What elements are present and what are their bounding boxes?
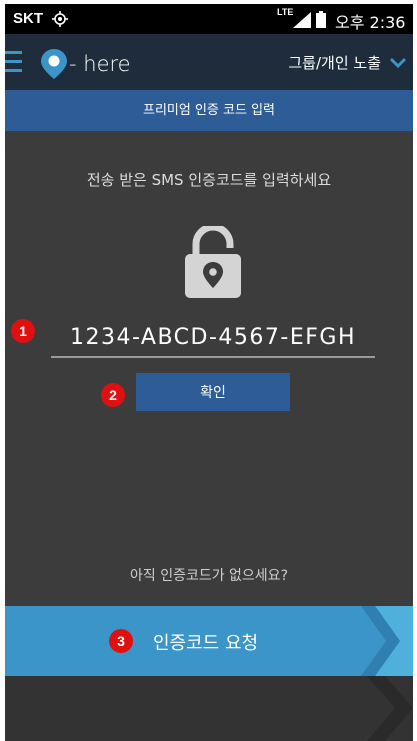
app-bar: - here 그룹/개인 노출 (5, 34, 413, 90)
logo-text: - here (69, 52, 131, 76)
app-logo[interactable]: - here (41, 49, 131, 79)
annotation-badge-2: 2 (101, 383, 125, 407)
chevron-down-icon (389, 57, 407, 68)
no-code-text: 아직 인증코드가 없으세요? (129, 568, 288, 584)
request-code-button[interactable]: 3 인증코드 요청 (5, 606, 413, 676)
annotation-badge-3: 3 (109, 629, 133, 653)
lock-icon (185, 226, 241, 298)
status-bar: SKT LTE 오후 2:36 (5, 4, 413, 34)
signal-strength-icon (293, 12, 311, 28)
auth-code-input[interactable] (51, 318, 375, 358)
battery-icon (316, 11, 326, 28)
phone-screen: SKT LTE 오후 2:36 - here 그룹/개인 노출 프리미엄 인증 … (5, 4, 413, 741)
gps-icon (52, 11, 68, 27)
instruction-text: 전송 받은 SMS 인증코드를 입력하세요 (86, 171, 332, 189)
exposure-dropdown[interactable]: 그룹/개인 노출 (288, 52, 407, 73)
subheader-title: 프리미엄 인증 코드 입력 (5, 90, 413, 131)
request-code-label: 인증코드 요청 (153, 633, 259, 654)
carrier-label: SKT (13, 10, 43, 27)
logo-pin-icon (41, 49, 67, 79)
confirm-button[interactable]: 확인 (136, 373, 290, 411)
clock-label: 오후 2:36 (335, 13, 406, 32)
exposure-dropdown-label: 그룹/개인 노출 (288, 54, 381, 72)
network-type-label: LTE (277, 7, 294, 17)
bottom-chevron-decoration (5, 676, 413, 741)
annotation-badge-1: 1 (11, 319, 35, 343)
hamburger-icon[interactable] (5, 47, 25, 77)
